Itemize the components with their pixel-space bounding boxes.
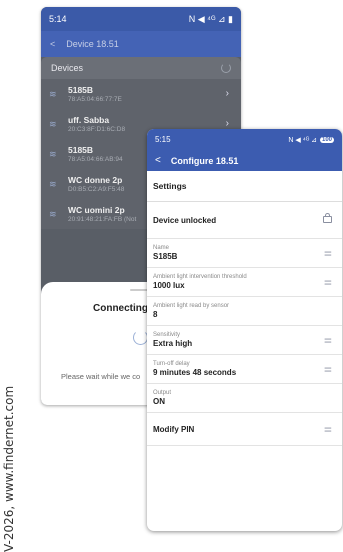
setting-name[interactable]: Name S185B ⚌ — [147, 239, 342, 268]
status-time: 5:14 — [49, 14, 67, 24]
slider-icon: ⚌ — [323, 247, 332, 258]
lock-icon — [323, 213, 332, 225]
devices-header: Devices — [41, 57, 241, 79]
setting-value: 1000 lux — [153, 281, 185, 290]
device-mac: D0:B5:C2:A9:F5:48 — [68, 186, 125, 193]
setting-label: Output — [153, 390, 172, 396]
status-bar: 5:14 N ◀ ⁴ᴳ ⊿ ▮ — [41, 7, 241, 31]
setting-value: ON — [153, 397, 165, 406]
device-mac: 78:A5:04:66:AB:94 — [68, 156, 123, 163]
chevron-right-icon: › — [225, 118, 229, 129]
status-bar: 5:15 N ◀ ⁴ᴳ ⊿ 100 — [147, 129, 342, 150]
device-name: uff. Sabba — [68, 115, 110, 125]
app-bar: < Device 18.51 — [41, 31, 241, 57]
setting-light-sensor: Ambient light read by sensor 8 — [147, 297, 342, 326]
setting-sensitivity[interactable]: Sensitivity Extra high ⚌ — [147, 326, 342, 355]
devices-header-label: Devices — [51, 63, 84, 73]
wifi-icon: ≋ — [49, 88, 57, 99]
setting-modify-pin[interactable]: Modify PIN ⚌ — [147, 413, 342, 446]
chevron-right-icon: › — [225, 88, 229, 99]
device-name: WC donne 2p — [68, 175, 123, 185]
battery-icon: 100 — [319, 136, 334, 143]
setting-value: 9 minutes 48 seconds — [153, 368, 237, 377]
setting-label: Sensitivity — [153, 332, 181, 338]
slider-icon: ⚌ — [323, 363, 332, 374]
setting-output: Output ON — [147, 384, 342, 413]
app-bar-title: Device 18.51 — [66, 39, 119, 49]
setting-value: S185B — [153, 252, 178, 261]
setting-label: Ambient light intervention threshold — [153, 274, 247, 280]
loading-spinner-icon — [133, 330, 148, 345]
status-icons: N ◀ ⁴ᴳ ⊿ ▮ — [188, 13, 233, 24]
status-indicators: N ◀ ⁴ᴳ ⊿ — [288, 136, 317, 144]
status-time: 5:15 — [155, 135, 171, 144]
sheet-message: Please wait while we co — [61, 372, 141, 381]
wifi-icon: ≋ — [49, 118, 57, 129]
setting-value: Device unlocked — [153, 215, 217, 225]
setting-turn-off-delay[interactable]: Turn-off delay 9 minutes 48 seconds ⚌ — [147, 355, 342, 384]
device-list-item[interactable]: ≋ 5185B 78:A5:04:66:77:7E › — [41, 79, 241, 109]
status-icons: N ◀ ⁴ᴳ ⊿ 100 — [288, 136, 334, 144]
setting-device-unlocked[interactable]: Device unlocked — [147, 202, 342, 239]
device-mac: 78:A5:04:66:77:7E — [68, 96, 122, 103]
app-bar-title: Configure 18.51 — [170, 155, 239, 166]
slider-icon: ⚌ — [323, 276, 332, 287]
setting-label: Ambient light read by sensor — [153, 303, 230, 309]
setting-label: Name — [153, 245, 170, 251]
setting-label: Turn-off delay — [153, 361, 190, 367]
wifi-icon: ≋ — [49, 148, 57, 159]
app-bar: < Configure 18.51 — [147, 150, 342, 171]
device-name: 5185B — [68, 145, 94, 155]
slider-icon: ⚌ — [323, 334, 332, 345]
sheet-title: Connecting t — [93, 303, 155, 314]
setting-value: Extra high — [153, 339, 193, 348]
setting-value: 8 — [153, 310, 158, 319]
wifi-icon: ≋ — [49, 178, 57, 189]
settings-header: Settings — [147, 171, 342, 202]
watermark: V-2026, www.findernet.com — [2, 385, 16, 552]
setting-light-threshold[interactable]: Ambient light intervention threshold 100… — [147, 268, 342, 297]
device-name: 5185B — [68, 85, 94, 95]
wifi-icon: ≋ — [49, 208, 57, 219]
slider-icon: ⚌ — [323, 423, 332, 434]
back-arrow-icon[interactable]: < — [155, 155, 161, 166]
loading-spinner-icon — [221, 63, 231, 73]
device-mac: 20:91:48:21:FA:FB (Not — [68, 216, 137, 223]
back-arrow-icon[interactable]: < — [50, 39, 55, 49]
setting-value: Modify PIN — [153, 424, 195, 434]
device-mac: 20:C3:8F:D1:6C:D8 — [68, 126, 126, 133]
configure-screen: 5:15 N ◀ ⁴ᴳ ⊿ 100 < Configure 18.51 Sett… — [147, 129, 342, 531]
device-name: WC uomini 2p — [68, 205, 125, 215]
